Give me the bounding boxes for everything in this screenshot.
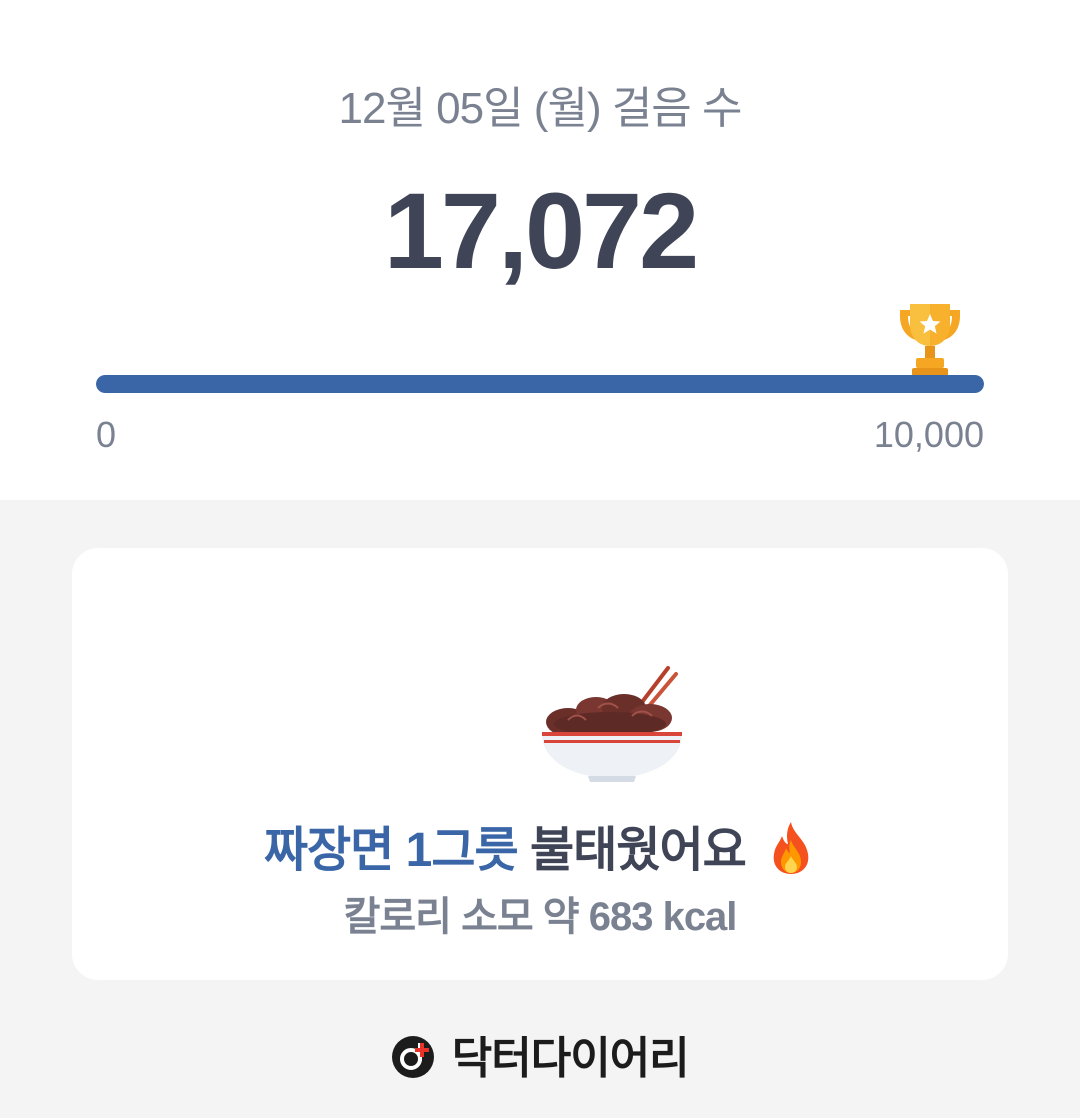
brand-name: 닥터다이어리 (451, 1034, 690, 1083)
food-equivalent: 짜장면 1그릇 (263, 824, 519, 877)
calorie-card: 짜장면 1그릇 불태웠어요 칼로리 소모 약 683 kcal (72, 548, 1008, 980)
fire-icon (773, 822, 809, 874)
step-count: 17,072 (383, 170, 699, 291)
date-title: 12월 05일 (월) 걸음 수 (338, 84, 743, 133)
doctor-diary-logo (392, 1036, 435, 1078)
calorie-burned: 칼로리 소모 약 683 kcal (343, 895, 738, 939)
progress-max-label: 10,000 (873, 414, 984, 455)
steps-section: 12월 05일 (월) 걸음 수 17,072 0 10,000 (0, 0, 1080, 500)
brand-footer: 닥터다이어리 (0, 1022, 1080, 1086)
burn-text: 불태웠어요 (530, 824, 747, 877)
burn-message: 짜장면 1그릇 불태웠어요 (72, 810, 1008, 880)
trophy-icon (900, 304, 960, 376)
progress-min-label: 0 (96, 414, 117, 455)
noodle-bowl-icon (542, 666, 682, 782)
step-progress-bar (96, 375, 984, 393)
step-progress-fill (96, 375, 984, 393)
summary-section: 짜장면 1그릇 불태웠어요 칼로리 소모 약 683 kcal 닥터다이어리 (0, 500, 1080, 1118)
